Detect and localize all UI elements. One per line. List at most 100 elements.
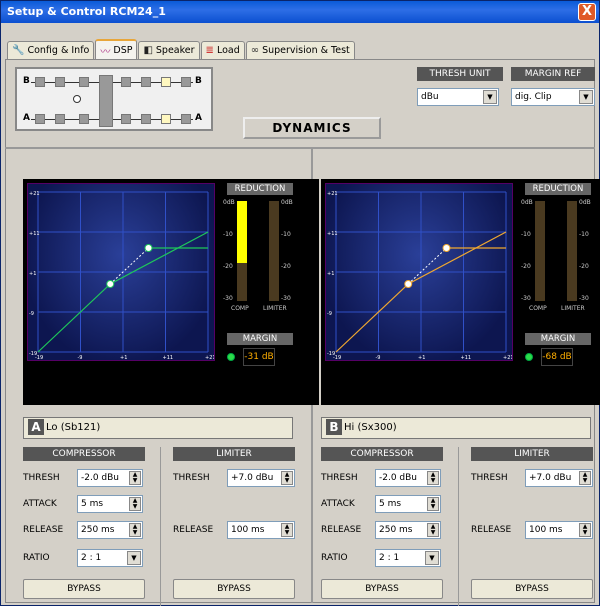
speaker-icon: ◧: [143, 45, 153, 56]
margin-label: MARGIN: [525, 333, 591, 345]
routing-diagram[interactable]: B B A A: [15, 67, 213, 131]
chevron-down-icon: ▼: [127, 551, 141, 565]
limiter-thresh-value: +7.0 dBu: [231, 473, 274, 483]
spinner-icon[interactable]: ▲ ▼: [427, 523, 439, 537]
spinner-icon[interactable]: ▲ ▼: [427, 471, 439, 485]
routing-bottom-output: A: [195, 113, 202, 123]
thresh-unit-select[interactable]: dBu ▼: [417, 88, 499, 106]
divider: [5, 147, 595, 149]
crossover-block: [99, 75, 113, 127]
title-bar: Setup & Control RCM24_1 X: [1, 1, 599, 23]
spinner-icon[interactable]: ▲ ▼: [129, 471, 141, 485]
spinner-icon[interactable]: ▲ ▼: [579, 471, 591, 485]
transfer-curve-graph[interactable]: +21 -19 +11 -9 +1 +1 -9 +11 -19 +21: [27, 183, 216, 361]
limiter-thresh-input[interactable]: +7.0 dBu ▲ ▼: [227, 469, 295, 487]
comp-reduction-meter-label: COMP: [231, 305, 249, 312]
margin-ref-label: MARGIN REF: [511, 67, 595, 81]
limiter-release-input[interactable]: 100 ms ▲ ▼: [525, 521, 593, 539]
margin-led: [525, 353, 533, 361]
limiter-curve: [447, 248, 507, 256]
y-tick-label: +21: [327, 191, 338, 197]
limiter-thresh-label: THRESH: [173, 473, 210, 483]
y-tick-label: +11: [29, 231, 40, 237]
chevron-down-icon: ▼: [579, 90, 593, 104]
margin-ref-value: dig. Clip: [515, 92, 552, 102]
limiter-reduction-meter: [269, 201, 279, 301]
meter-scale-label: 0dB: [521, 199, 533, 206]
comp-thresh-value: -2.0 dBu: [81, 473, 120, 483]
comp-release-value: 250 ms: [81, 525, 115, 535]
channel-name-field[interactable]: B Hi (Sx300): [321, 417, 591, 439]
comp-release-input[interactable]: 250 ms ▲ ▼: [77, 521, 143, 539]
y-tick-label: +1: [327, 271, 334, 277]
comp-release-input[interactable]: 250 ms ▲ ▼: [375, 521, 441, 539]
comp-attack-input[interactable]: 5 ms ▲ ▼: [77, 495, 143, 513]
dsp-block: [55, 114, 65, 124]
channel-name: Lo (Sb121): [46, 422, 101, 433]
limiter-bypass-button[interactable]: BYPASS: [173, 579, 295, 599]
reduction-meters: COMP LIMITER 0dB 0dB -10 -10 -20 -20 -30 -30: [223, 197, 295, 317]
comp-thresh-input[interactable]: -2.0 dBu ▲ ▼: [375, 469, 441, 487]
dsp-block: [181, 114, 191, 124]
y-tick-label: +11: [327, 231, 338, 237]
section-divider: [458, 447, 459, 606]
margin-value: -68 dB: [541, 348, 573, 366]
comp-reduction-meter-fill: [237, 201, 247, 263]
tab-load[interactable]: ≣ Load: [200, 41, 245, 59]
channel-letter: A: [28, 419, 44, 435]
limiter-release-value: 100 ms: [529, 525, 563, 535]
spinner-icon[interactable]: ▲ ▼: [281, 471, 293, 485]
tab-speaker[interactable]: ◧ Speaker: [138, 41, 200, 59]
spinner-icon[interactable]: ▲ ▼: [281, 523, 293, 537]
spinner-icon[interactable]: ▲ ▼: [427, 497, 439, 511]
comp-reduction-meter-label: COMP: [529, 305, 547, 312]
tab-label: Speaker: [155, 45, 195, 56]
comp-thresh-input[interactable]: -2.0 dBu ▲ ▼: [77, 469, 143, 487]
comp-release-label: RELEASE: [321, 525, 362, 535]
channel-name-field[interactable]: A Lo (Sb121): [23, 417, 293, 439]
margin-ref-select[interactable]: dig. Clip ▼: [511, 88, 595, 106]
limiter-thresh-input[interactable]: +7.0 dBu ▲ ▼: [525, 469, 593, 487]
spinner-icon[interactable]: ▲ ▼: [579, 523, 591, 537]
dsp-block: [121, 114, 131, 124]
channel-letter: B: [326, 419, 342, 435]
transfer-curve-graph[interactable]: +21 -19 +11 -9 +1 +1 -9 +11 -19 +21: [325, 183, 514, 361]
limiter-bypass-button[interactable]: BYPASS: [471, 579, 593, 599]
thresh-unit-value: dBu: [421, 92, 439, 102]
meter-scale-label: -10: [579, 231, 589, 238]
comp-bypass-button[interactable]: BYPASS: [23, 579, 145, 599]
dsp-block: [55, 77, 65, 87]
close-button[interactable]: X: [578, 3, 596, 21]
chevron-down-icon: ▼: [483, 90, 497, 104]
dsp-block: [121, 77, 131, 87]
comp-attack-input[interactable]: 5 ms ▲ ▼: [375, 495, 441, 513]
comp-ratio-select[interactable]: 2 : 1 ▼: [375, 549, 441, 567]
tab-supervision-test[interactable]: ∞ Supervision & Test: [245, 41, 355, 59]
limiter-release-input[interactable]: 100 ms ▲ ▼: [227, 521, 295, 539]
tab-dsp[interactable]: 〰 DSP: [95, 39, 138, 59]
meter-scale-label: -20: [281, 263, 291, 270]
spinner-icon[interactable]: ▲ ▼: [129, 523, 141, 537]
comp-ratio-select[interactable]: 2 : 1 ▼: [77, 549, 143, 567]
tab-config-info[interactable]: 🔧 Config & Info: [7, 41, 95, 59]
comp-bypass-button[interactable]: BYPASS: [321, 579, 443, 599]
dynamics-scope: +21 -19 +11 -9 +1 +1 -9 +11 -19 +21 REDUCTION COM…: [23, 179, 319, 405]
spinner-icon[interactable]: ▲ ▼: [129, 497, 141, 511]
y-tick-label: +21: [29, 191, 40, 197]
meter-scale-label: -10: [281, 231, 291, 238]
wrench-icon: 🔧: [12, 45, 25, 56]
x-tick-label: +11: [461, 355, 472, 360]
compressor-threshold-handle: [404, 280, 413, 288]
reduction-label: REDUCTION: [525, 183, 591, 195]
dsp-block-dynamics: [161, 77, 171, 87]
glasses-icon: ∞: [250, 45, 260, 56]
x-tick-label: +21: [205, 355, 214, 360]
meter-scale-label: 0dB: [223, 199, 235, 206]
tab-label: DSP: [113, 44, 133, 56]
channel-name: Hi (Sx300): [344, 422, 397, 433]
dynamics-button[interactable]: DYNAMICS: [243, 117, 381, 139]
comp-attack-value: 5 ms: [379, 499, 402, 509]
comp-reduction-meter: [237, 201, 247, 301]
meter-scale-label: -10: [223, 231, 233, 238]
dsp-block: [181, 77, 191, 87]
